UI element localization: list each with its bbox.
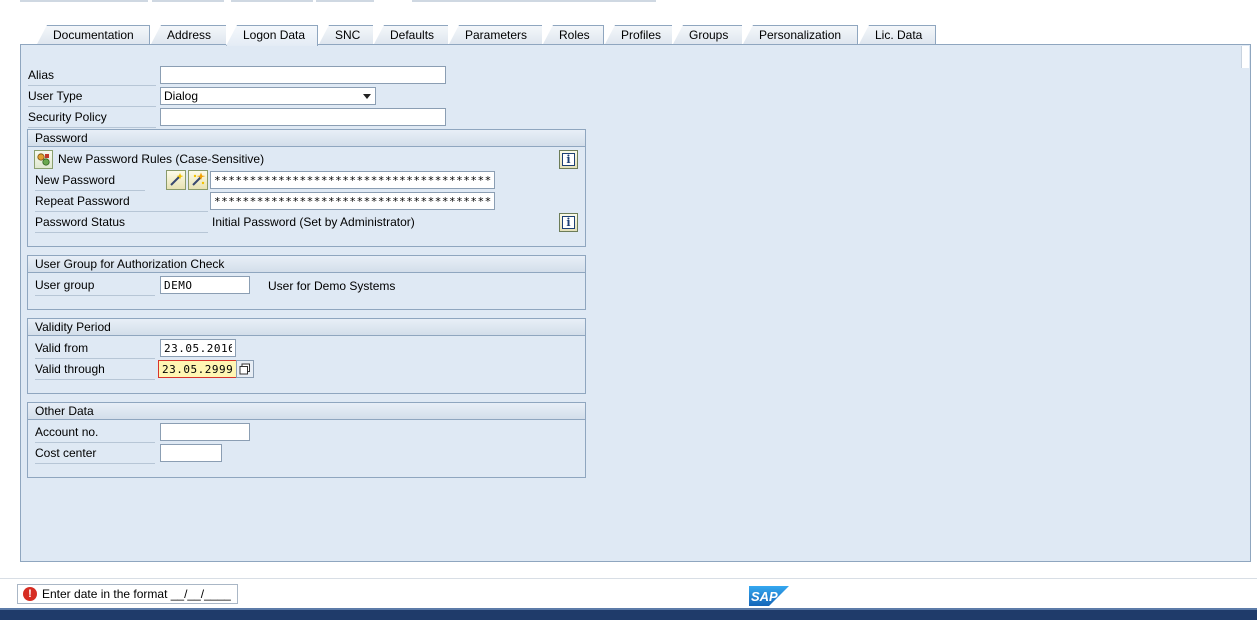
valid-through-input[interactable] <box>158 360 238 378</box>
tab-logon-data[interactable]: Logon Data <box>226 25 318 46</box>
toolbar-stub <box>231 0 313 2</box>
tab-documentation[interactable]: Documentation <box>36 25 150 46</box>
password-status-value: Initial Password (Set by Administrator) <box>212 215 415 229</box>
cost-center-input[interactable] <box>160 444 222 462</box>
error-icon: ! <box>23 587 37 601</box>
repeat-password-label: Repeat Password <box>35 191 208 212</box>
tab-defaults[interactable]: Defaults <box>373 25 451 46</box>
toolbar-stub <box>20 0 148 2</box>
generate-password-wand-icon[interactable] <box>166 170 186 190</box>
other-data-title: Other Data <box>28 403 585 420</box>
user-type-label: User Type <box>28 86 156 107</box>
calendar-help-icon[interactable] <box>236 360 254 378</box>
svg-text:SAP: SAP <box>751 589 778 604</box>
valid-through-label: Valid through <box>35 359 155 380</box>
new-password-label: New Password <box>35 170 145 191</box>
left-edge <box>0 0 3 620</box>
tab-lic-data[interactable]: Lic. Data <box>858 25 936 46</box>
password-status-label: Password Status <box>35 212 208 233</box>
password-rules-text: New Password Rules (Case-Sensitive) <box>58 152 265 166</box>
tab-address[interactable]: Address <box>150 25 228 46</box>
tab-personalization[interactable]: Personalization <box>742 25 858 46</box>
toolbar-stub <box>412 0 656 2</box>
chevron-down-icon[interactable] <box>363 94 371 99</box>
bottom-frame-bar <box>0 608 1257 620</box>
user-type-value: Dialog <box>164 89 199 103</box>
password-rules-icon[interactable] <box>34 150 53 169</box>
password-group-title: Password <box>28 130 585 147</box>
security-policy-label: Security Policy <box>28 107 156 128</box>
security-policy-input[interactable] <box>160 108 446 126</box>
tab-profiles[interactable]: Profiles <box>604 25 674 46</box>
scrollbar[interactable] <box>1241 46 1249 68</box>
user-group-description: User for Demo Systems <box>268 279 396 293</box>
status-message[interactable]: ! Enter date in the format __/__/____ <box>17 584 238 604</box>
repeat-password-input[interactable] <box>210 192 495 210</box>
account-no-input[interactable] <box>160 423 250 441</box>
toolbar-stub <box>316 0 374 2</box>
password-rules-info-icon[interactable]: i <box>559 150 578 169</box>
user-type-select[interactable]: Dialog <box>160 87 376 105</box>
valid-from-label: Valid from <box>35 338 155 359</box>
user-group-label: User group <box>35 275 155 296</box>
tab-roles[interactable]: Roles <box>542 25 604 46</box>
user-group-title: User Group for Authorization Check <box>28 256 585 273</box>
sap-logo: SAP <box>749 586 789 609</box>
alias-input[interactable] <box>160 66 446 84</box>
account-no-label: Account no. <box>35 422 155 443</box>
tab-groups[interactable]: Groups <box>672 25 744 46</box>
tab-snc[interactable]: SNC <box>318 25 374 46</box>
validity-group-title: Validity Period <box>28 319 585 336</box>
toolbar-stub <box>152 0 224 2</box>
valid-from-input[interactable] <box>160 339 236 357</box>
new-password-input[interactable] <box>210 171 495 189</box>
cost-center-label: Cost center <box>35 443 155 464</box>
alias-label: Alias <box>28 65 156 86</box>
user-group-input[interactable] <box>160 276 250 294</box>
tab-parameters[interactable]: Parameters <box>448 25 544 46</box>
generate-password-wand-star-icon[interactable] <box>188 170 208 190</box>
status-message-text: Enter date in the format __/__/____ <box>42 587 231 601</box>
password-status-info-icon[interactable]: i <box>559 213 578 232</box>
